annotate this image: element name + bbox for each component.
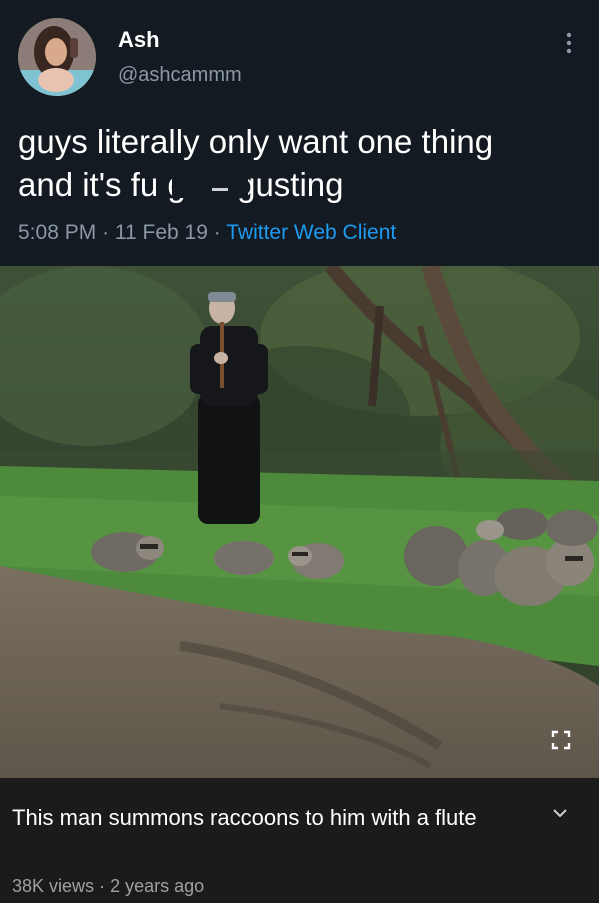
tweet-meta: 5:08 PM · 11 Feb 19 · Twitter Web Client bbox=[18, 221, 396, 245]
tweet-text: guys literally only want one thing and i… bbox=[18, 123, 494, 203]
tweet-card: Ash @ashcammm guys literally only want o… bbox=[0, 0, 599, 266]
user-handle[interactable]: @ashcammm bbox=[118, 64, 242, 87]
meta-separator: · bbox=[102, 221, 110, 244]
video-player[interactable] bbox=[0, 266, 599, 778]
video-frame bbox=[0, 266, 599, 778]
tweet-time: 5:08 PM bbox=[18, 221, 97, 244]
chevron-down-icon[interactable] bbox=[551, 806, 569, 820]
display-name[interactable]: Ash bbox=[118, 27, 160, 53]
upload-age: 2 years ago bbox=[110, 876, 205, 896]
video-info-bar: This man summons raccoons to him with a … bbox=[0, 778, 599, 903]
view-count: 38K views bbox=[12, 876, 95, 896]
meta-separator: · bbox=[213, 221, 221, 244]
avatar[interactable] bbox=[18, 18, 96, 96]
redaction-mark bbox=[172, 168, 248, 198]
video-meta: 38K views · 2 years ago bbox=[12, 876, 204, 897]
tweet-date: 11 Feb 19 bbox=[114, 221, 208, 244]
meta-separator: · bbox=[99, 876, 106, 896]
tweet-source-link[interactable]: Twitter Web Client bbox=[226, 221, 396, 244]
fullscreen-icon[interactable] bbox=[551, 730, 571, 750]
video-title[interactable]: This man summons raccoons to him with a … bbox=[12, 800, 522, 836]
vertical-ellipsis-icon[interactable] bbox=[563, 30, 575, 56]
